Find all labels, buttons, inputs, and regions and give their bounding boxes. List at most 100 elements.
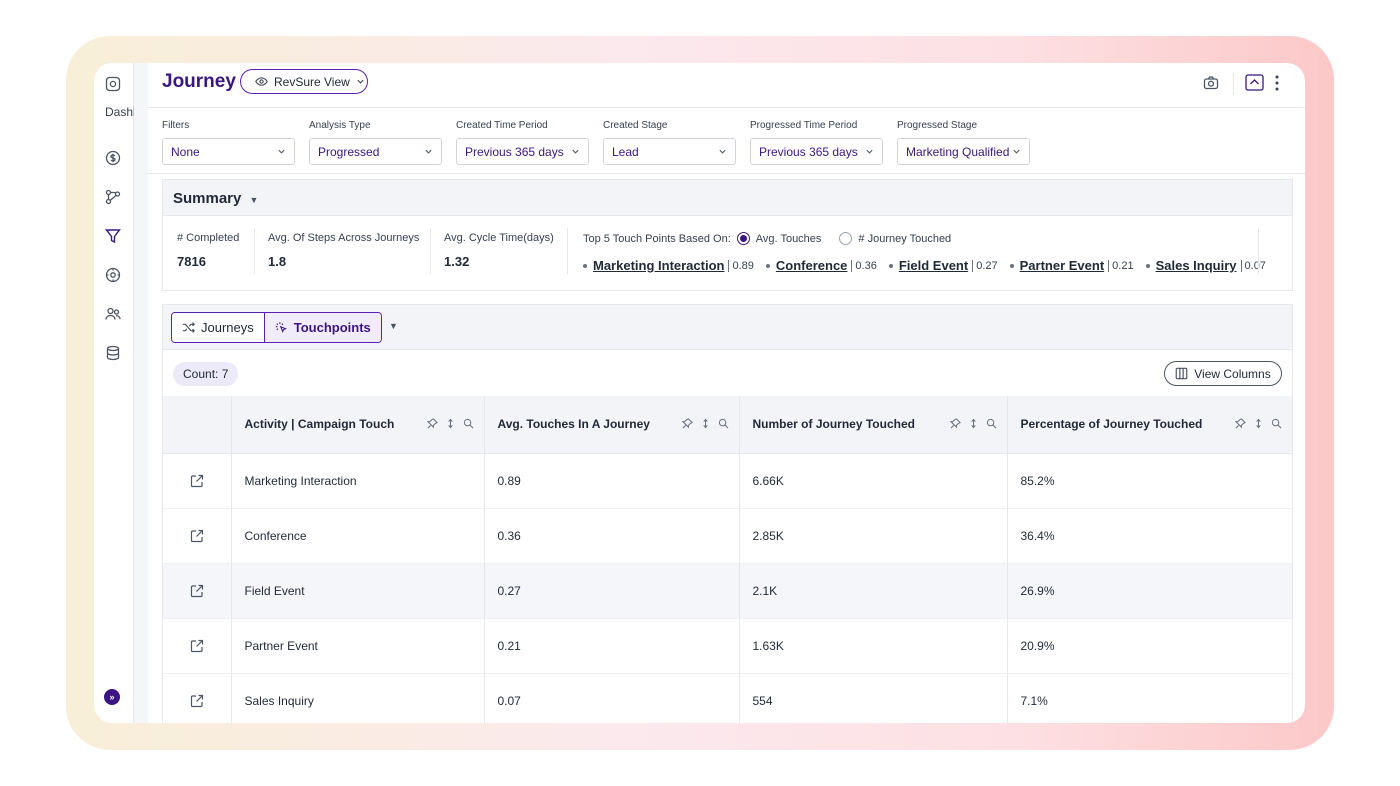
touch-point-link[interactable]: Field Event — [899, 258, 968, 273]
pin-icon[interactable] — [426, 418, 438, 429]
sort-icon[interactable] — [700, 418, 711, 429]
filter-value: Progressed — [318, 144, 380, 159]
external-link-icon[interactable] — [190, 584, 204, 598]
touch-point-value: 0.89 — [728, 259, 754, 272]
expand-sidebar-button[interactable]: » — [104, 689, 120, 705]
table-row: Marketing Interaction 0.89 6.66K 85.2% — [163, 453, 1293, 509]
filter-dropdown[interactable]: None — [162, 138, 295, 165]
tab-touchpoints[interactable]: Touchpoints — [263, 313, 381, 342]
table-row: Conference 0.36 2.85K 36.4% — [163, 508, 1293, 564]
filter-label: Analysis Type — [309, 120, 371, 131]
touch-point-link[interactable]: Conference — [776, 258, 848, 273]
filter-analysis-type: Analysis Type Progressed — [309, 120, 442, 165]
table-row: Field Event 0.27 2.1K 26.9% — [163, 563, 1293, 619]
logo-icon[interactable] — [105, 76, 121, 92]
funnel-icon[interactable] — [105, 228, 121, 244]
users-icon[interactable] — [105, 306, 121, 322]
sort-icon[interactable] — [968, 418, 979, 429]
sort-icon[interactable] — [445, 418, 456, 429]
search-icon[interactable] — [986, 418, 997, 429]
summary-title: Summary ▼ — [173, 190, 259, 207]
header-divider — [1233, 73, 1234, 95]
metric-avg-cycle-time: Avg. Cycle Time(days) 1.32 — [444, 232, 554, 269]
route-icon[interactable] — [105, 189, 121, 205]
tab-journeys[interactable]: Journeys — [172, 313, 264, 342]
filter-label: Created Time Period — [456, 120, 548, 131]
view-columns-button[interactable]: View Columns — [1164, 361, 1282, 386]
column-header[interactable]: Activity | Campaign Touch — [231, 396, 485, 454]
database-icon[interactable] — [105, 345, 121, 361]
column-header[interactable]: Percentage of Journey Touched — [1007, 396, 1293, 454]
pin-icon[interactable] — [681, 418, 693, 429]
table-cell: 36.4% — [1007, 508, 1293, 564]
table-cell: 0.27 — [484, 563, 740, 619]
table-cell: Conference — [231, 508, 485, 564]
external-link-icon[interactable] — [190, 474, 204, 488]
view-toggle-bar: Journeys Touchpoints ▼ — [163, 305, 1292, 350]
sort-icon[interactable] — [1253, 418, 1264, 429]
metric-divider — [430, 228, 431, 274]
metric-divider — [254, 228, 255, 274]
count-badge: Count: 7 — [173, 362, 239, 386]
metric-label: Avg. Cycle Time(days) — [444, 232, 554, 244]
filter-dropdown[interactable]: Marketing Qualified — [897, 138, 1030, 165]
settings-icon[interactable] — [105, 267, 121, 283]
touch-point-link[interactable]: Marketing Interaction — [593, 258, 724, 273]
touch-point-value: 0.07 — [1240, 259, 1266, 272]
app-window: Dashl » Journey RevSure View Filters Non… — [94, 63, 1305, 723]
radio-avg-touches-label[interactable]: Avg. Touches — [756, 233, 822, 245]
external-link-icon[interactable] — [190, 529, 204, 543]
touch-points-list: Marketing Interaction 0.89 Conference 0.36… — [583, 258, 1278, 273]
filter-label: Progressed Time Period — [750, 120, 858, 131]
column-header[interactable]: Avg. Touches In A Journey — [484, 396, 740, 454]
dollar-icon[interactable] — [105, 150, 121, 166]
filter-label: Filters — [162, 120, 190, 131]
table-row: Sales Inquiry 0.07 554 7.1% — [163, 673, 1293, 723]
view-selector-label: RevSure View — [274, 74, 350, 89]
filter-value: Marketing Qualified — [906, 144, 1010, 159]
touch-points-header: Top 5 Touch Points Based On: Avg. Touche… — [583, 232, 951, 245]
table-cell: 1.63K — [739, 618, 1008, 674]
chevron-down-icon — [1013, 149, 1020, 154]
table-cell: 26.9% — [1007, 563, 1293, 619]
filter-progressed-stage: Progressed Stage Marketing Qualified — [897, 120, 1030, 165]
pointer-click-icon — [275, 322, 287, 333]
filter-dropdown[interactable]: Previous 365 days — [456, 138, 589, 165]
search-icon[interactable] — [1271, 418, 1282, 429]
filter-dropdown[interactable]: Previous 365 days — [750, 138, 883, 165]
touch-point-link[interactable]: Partner Event — [1020, 258, 1105, 273]
column-header-label: Activity | Campaign Touch — [244, 417, 395, 432]
filter-filters: Filters None — [162, 120, 295, 165]
table-cell: 7.1% — [1007, 673, 1293, 723]
radio-journey-touched[interactable] — [839, 232, 853, 245]
radio-journey-touched-label[interactable]: # Journey Touched — [858, 233, 951, 245]
tab-journeys-label: Journeys — [201, 320, 254, 335]
row-action-cell — [163, 563, 232, 619]
filter-value: Previous 365 days — [759, 144, 858, 159]
external-link-icon[interactable] — [190, 639, 204, 653]
metric-value: 1.8 — [268, 254, 287, 269]
table-cell: Field Event — [231, 563, 485, 619]
table-cell: Sales Inquiry — [231, 673, 485, 723]
more-options-icon[interactable] — [1274, 74, 1280, 97]
column-header[interactable]: Number of Journey Touched — [739, 396, 1008, 454]
collapse-icon[interactable] — [1245, 74, 1264, 96]
filter-dropdown[interactable]: Progressed — [309, 138, 442, 165]
filter-dropdown[interactable]: Lead — [603, 138, 736, 165]
metric-value: 1.32 — [444, 254, 470, 269]
radio-avg-touches[interactable] — [736, 232, 750, 245]
metric-label: # Completed — [177, 232, 240, 244]
sidebar-dashboard-label[interactable]: Dashl — [105, 105, 136, 119]
search-icon[interactable] — [718, 418, 729, 429]
view-selector[interactable]: RevSure View — [240, 69, 368, 94]
touch-point-link[interactable]: Sales Inquiry — [1156, 258, 1237, 273]
pin-icon[interactable] — [1234, 418, 1246, 429]
pin-icon[interactable] — [949, 418, 961, 429]
table-cell: 0.89 — [484, 453, 740, 509]
search-icon[interactable] — [463, 418, 474, 429]
camera-icon[interactable] — [1203, 75, 1219, 96]
table-cell: 6.66K — [739, 453, 1008, 509]
external-link-icon[interactable] — [190, 694, 204, 708]
summary-header[interactable]: Summary ▼ — [163, 180, 1292, 216]
caret-down-icon[interactable]: ▼ — [389, 321, 398, 331]
